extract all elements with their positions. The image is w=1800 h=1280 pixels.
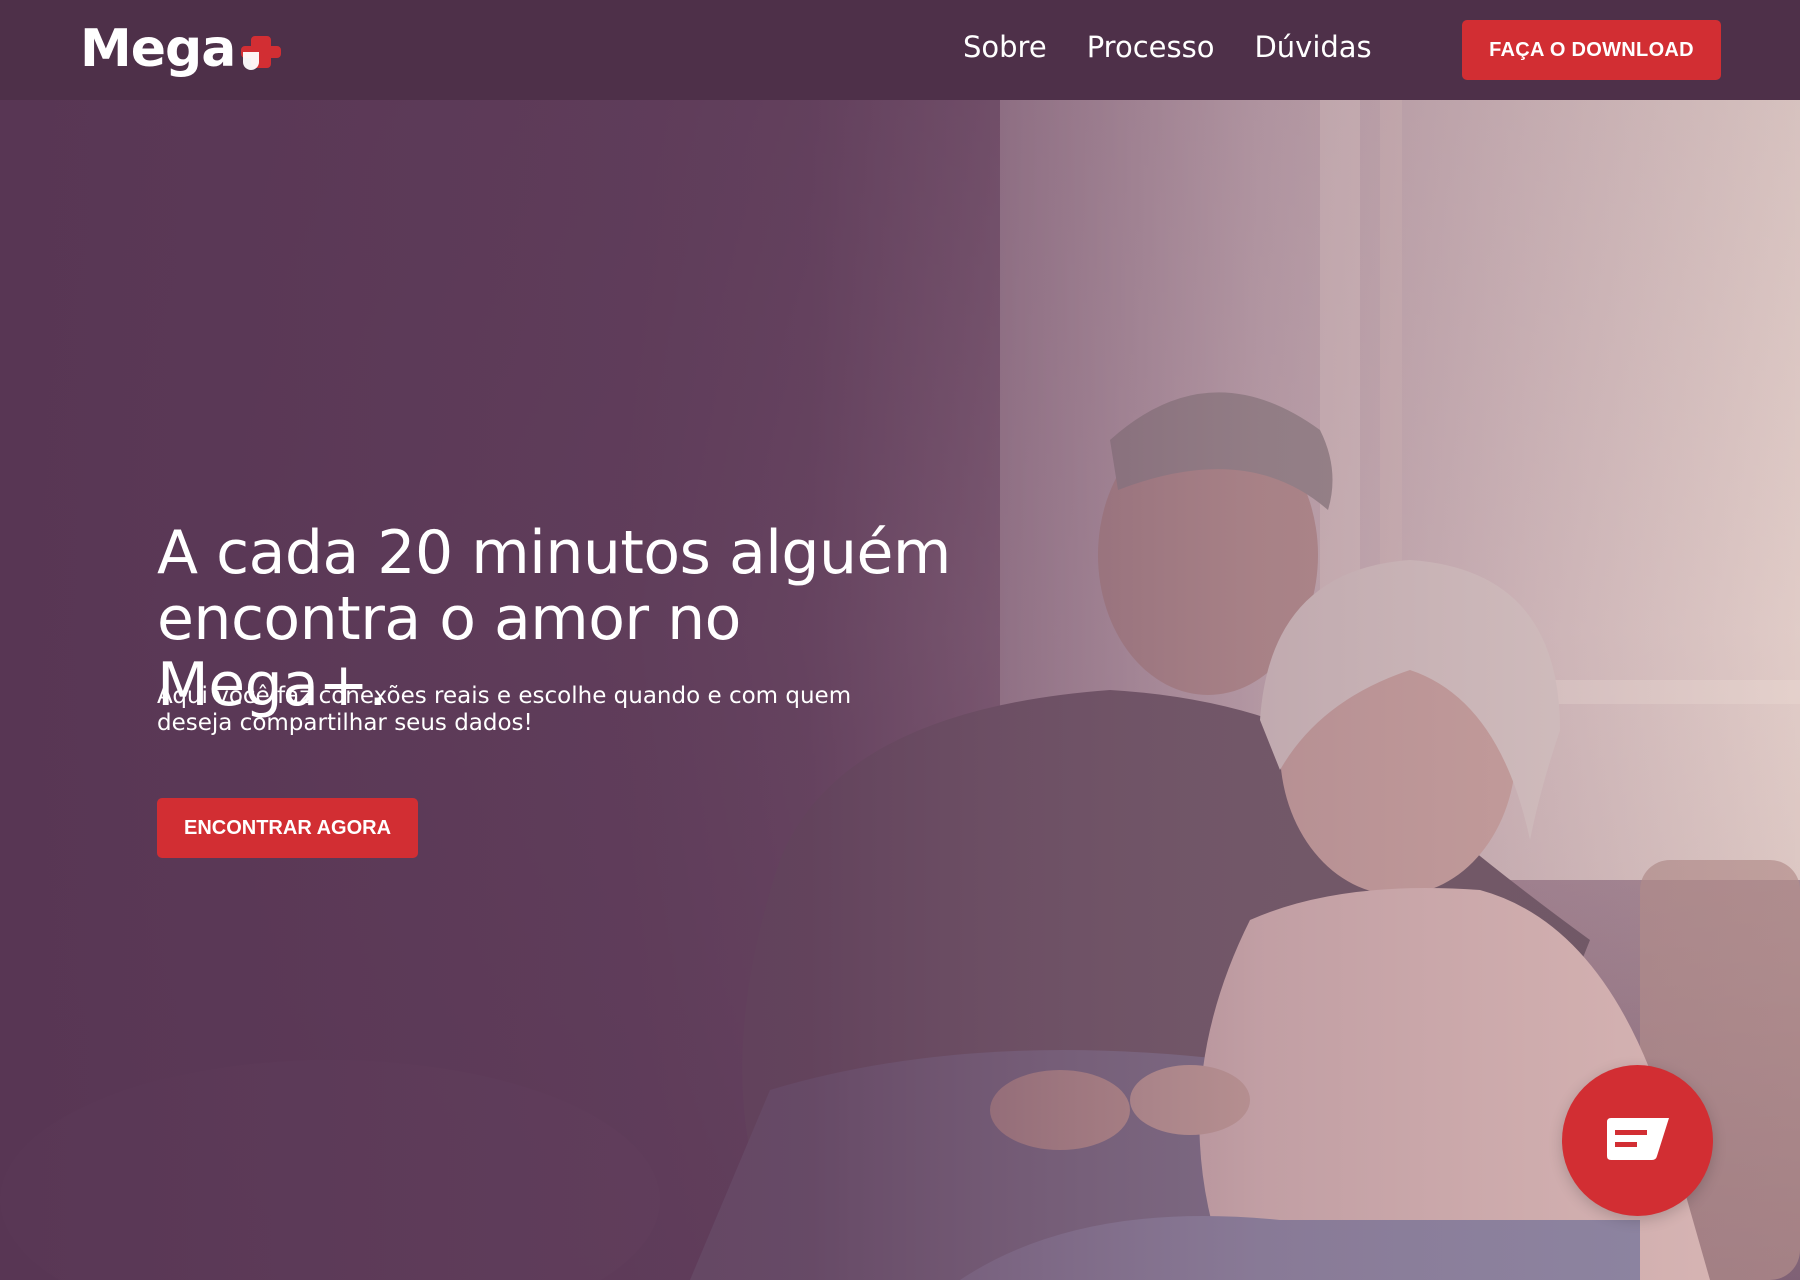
find-now-button[interactable]: ENCONTRAR AGORA <box>157 798 418 858</box>
logo[interactable]: Mega <box>80 14 282 84</box>
main-nav: Sobre Processo Dúvidas <box>963 30 1372 64</box>
plus-logo-icon <box>241 36 282 70</box>
hero-subtitle: Aqui você faz conexões reais e escolhe q… <box>157 683 852 736</box>
download-button[interactable]: FAÇA O DOWNLOAD <box>1462 20 1721 80</box>
site-header: Mega Sobre Processo Dúvidas FAÇA O DOWNL… <box>0 0 1800 100</box>
chat-icon <box>1606 1117 1669 1160</box>
nav-link-processo[interactable]: Processo <box>1087 30 1215 64</box>
hero-section: A cada 20 minutos alguém encontra o amor… <box>0 100 1800 1280</box>
nav-link-duvidas[interactable]: Dúvidas <box>1254 30 1371 64</box>
logo-text: Mega <box>80 19 236 79</box>
page: Mega Sobre Processo Dúvidas FAÇA O DOWNL… <box>0 0 1800 1280</box>
chat-button[interactable] <box>1562 1065 1713 1216</box>
nav-link-sobre[interactable]: Sobre <box>963 30 1047 64</box>
